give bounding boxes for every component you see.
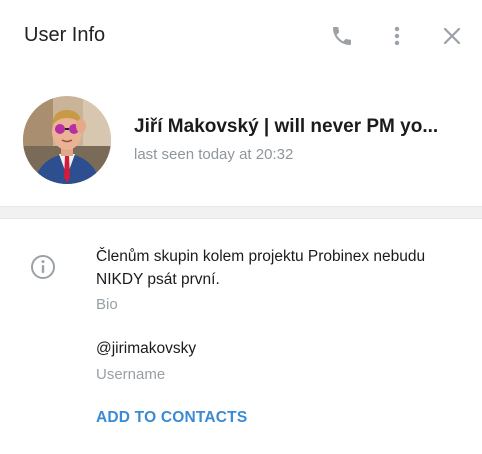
bio-label: Bio [96, 296, 118, 313]
section-divider [0, 206, 482, 219]
username-label: Username [96, 366, 166, 383]
close-icon[interactable] [438, 22, 466, 50]
page-title: User Info [24, 24, 106, 46]
more-vertical-icon[interactable] [383, 22, 411, 50]
avatar[interactable] [23, 96, 111, 184]
add-to-contacts-button[interactable]: ADD TO CONTACTS [96, 409, 247, 427]
last-seen-status: last seen today at 20:32 [134, 146, 294, 163]
bio-text: Členům skupin kolem projektu Probinex ne… [96, 248, 426, 288]
phone-icon[interactable] [328, 22, 356, 50]
info-icon [29, 253, 57, 281]
profile-section: Jiří Makovský | will never PM yo... last… [0, 72, 482, 206]
user-name: Jiří Makovský | will never PM yo... [134, 116, 439, 137]
header: User Info [0, 0, 482, 72]
username-value[interactable]: @jirimakovsky [96, 340, 196, 358]
